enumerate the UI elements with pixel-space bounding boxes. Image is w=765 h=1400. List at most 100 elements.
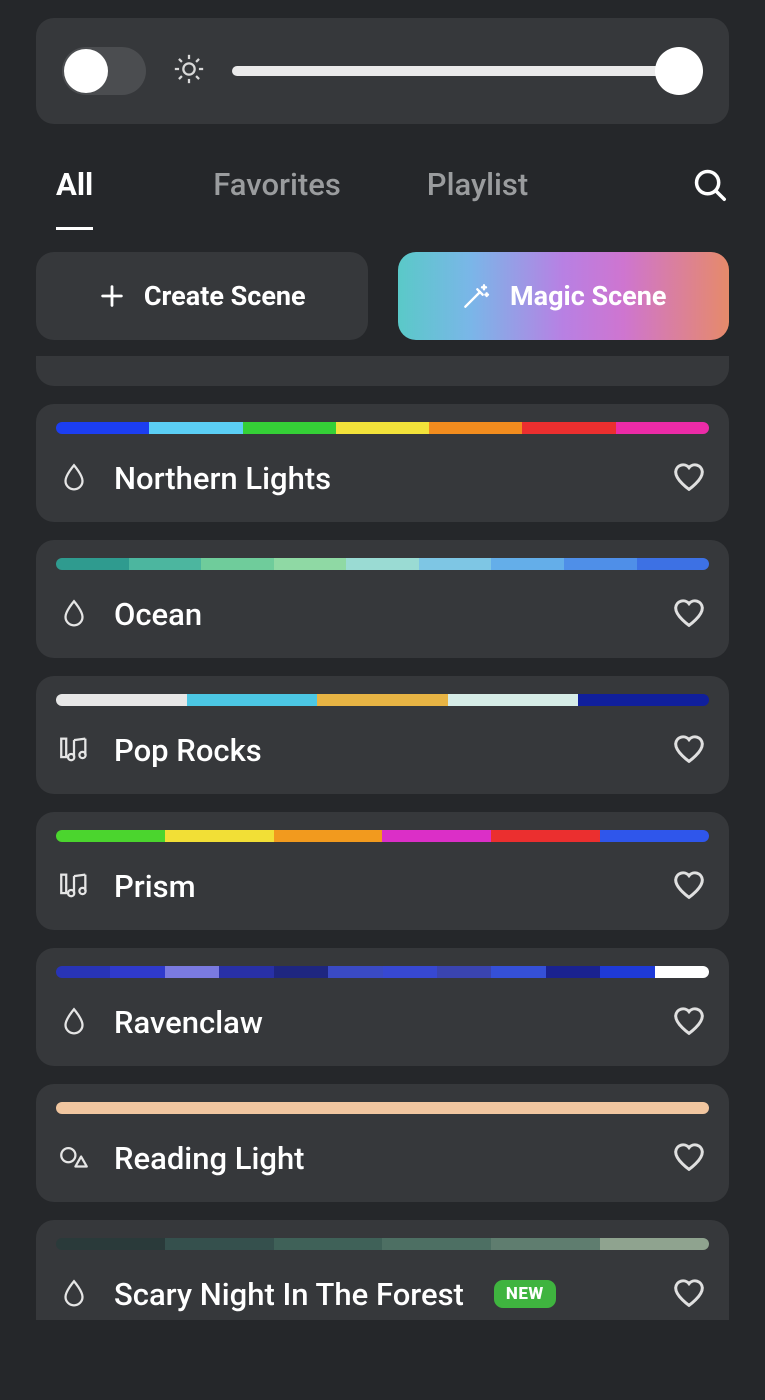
color-segment [56, 830, 165, 842]
favorite-heart-icon[interactable] [669, 1000, 709, 1044]
color-segment [600, 966, 654, 978]
magic-scene-button[interactable]: Magic Scene [398, 252, 730, 340]
control-panel [36, 18, 729, 124]
scene-card[interactable]: Northern Lights [36, 404, 729, 522]
color-segment [429, 422, 522, 434]
favorite-heart-icon[interactable] [669, 728, 709, 772]
color-segment [491, 1238, 600, 1250]
scene-row: Ravenclaw [56, 1000, 709, 1044]
brightness-slider[interactable] [232, 47, 703, 95]
color-bar [56, 1102, 709, 1114]
scene-card[interactable]: Prism [36, 812, 729, 930]
power-toggle[interactable] [62, 47, 146, 95]
tabs: All Favorites Playlist [36, 166, 729, 230]
color-segment [201, 558, 274, 570]
slider-track [232, 66, 703, 76]
tab-favorites[interactable]: Favorites [213, 166, 341, 230]
scene-card[interactable]: Pop Rocks [36, 676, 729, 794]
color-segment [56, 694, 187, 706]
create-scene-label: Create Scene [144, 280, 306, 312]
color-segment [419, 558, 492, 570]
color-segment [382, 830, 491, 842]
shapes-icon [56, 1141, 92, 1175]
music-icon [56, 869, 92, 903]
color-segment [274, 1238, 383, 1250]
color-segment [56, 1238, 165, 1250]
color-segment [491, 558, 564, 570]
color-segment [600, 830, 709, 842]
color-segment [165, 966, 219, 978]
color-segment [491, 830, 600, 842]
scene-name: Reading Light [114, 1140, 305, 1177]
color-segment [149, 422, 242, 434]
color-segment [655, 966, 709, 978]
favorite-heart-icon[interactable] [669, 1272, 709, 1316]
color-segment [522, 422, 615, 434]
color-segment [564, 558, 637, 570]
color-segment [383, 966, 437, 978]
droplet-icon [56, 597, 92, 631]
scene-card[interactable]: Reading Light [36, 1084, 729, 1202]
scene-card[interactable]: Ocean [36, 540, 729, 658]
color-segment [437, 966, 491, 978]
color-segment [328, 966, 382, 978]
color-segment [56, 558, 129, 570]
color-segment [382, 1238, 491, 1250]
scene-row: Prism [56, 864, 709, 908]
droplet-icon [56, 1277, 92, 1311]
music-icon [56, 733, 92, 767]
color-segment [578, 694, 709, 706]
color-segment [274, 830, 383, 842]
scene-card[interactable]: Ravenclaw [36, 948, 729, 1066]
scene-card-partial-top[interactable] [36, 356, 729, 386]
favorite-heart-icon[interactable] [669, 456, 709, 500]
slider-knob[interactable] [655, 47, 703, 95]
color-bar [56, 1238, 709, 1250]
color-segment [637, 558, 710, 570]
tab-all[interactable]: All [56, 166, 93, 230]
color-bar [56, 830, 709, 842]
magic-scene-label: Magic Scene [510, 280, 666, 312]
favorite-heart-icon[interactable] [669, 592, 709, 636]
scene-card[interactable]: Scary Night In The ForestNEW [36, 1220, 729, 1320]
droplet-icon [56, 1005, 92, 1039]
brightness-icon [172, 52, 206, 90]
favorite-heart-icon[interactable] [669, 1136, 709, 1180]
color-segment [56, 966, 110, 978]
action-row: Create Scene Magic Scene [36, 252, 729, 340]
color-segment [336, 422, 429, 434]
color-bar [56, 694, 709, 706]
create-scene-button[interactable]: Create Scene [36, 252, 368, 340]
search-icon[interactable] [691, 166, 729, 230]
scene-name: Northern Lights [114, 460, 331, 497]
tab-playlist[interactable]: Playlist [427, 166, 528, 230]
scene-row: Northern Lights [56, 456, 709, 500]
scene-name: Pop Rocks [114, 732, 262, 769]
scene-name: Ocean [114, 596, 202, 633]
color-bar [56, 558, 709, 570]
color-segment [346, 558, 419, 570]
scene-row: Pop Rocks [56, 728, 709, 772]
scene-row: Reading Light [56, 1136, 709, 1180]
toggle-knob [64, 49, 108, 93]
favorite-heart-icon[interactable] [669, 864, 709, 908]
color-bar [56, 966, 709, 978]
scene-name: Prism [114, 868, 196, 905]
color-segment [600, 1238, 709, 1250]
color-segment [187, 694, 318, 706]
color-segment [243, 422, 336, 434]
droplet-icon [56, 461, 92, 495]
color-segment [110, 966, 164, 978]
color-segment [56, 422, 149, 434]
plus-icon [98, 282, 126, 310]
scene-row: Ocean [56, 592, 709, 636]
scene-name: Ravenclaw [114, 1004, 263, 1041]
scene-list: Northern Lights Ocean Pop Rocks Prism Ravenc… [36, 404, 729, 1320]
scene-row: Scary Night In The ForestNEW [56, 1272, 709, 1316]
color-segment [129, 558, 202, 570]
color-segment [219, 966, 273, 978]
new-badge: NEW [494, 1280, 556, 1308]
color-segment [274, 966, 328, 978]
color-bar [56, 422, 709, 434]
color-segment [616, 422, 709, 434]
